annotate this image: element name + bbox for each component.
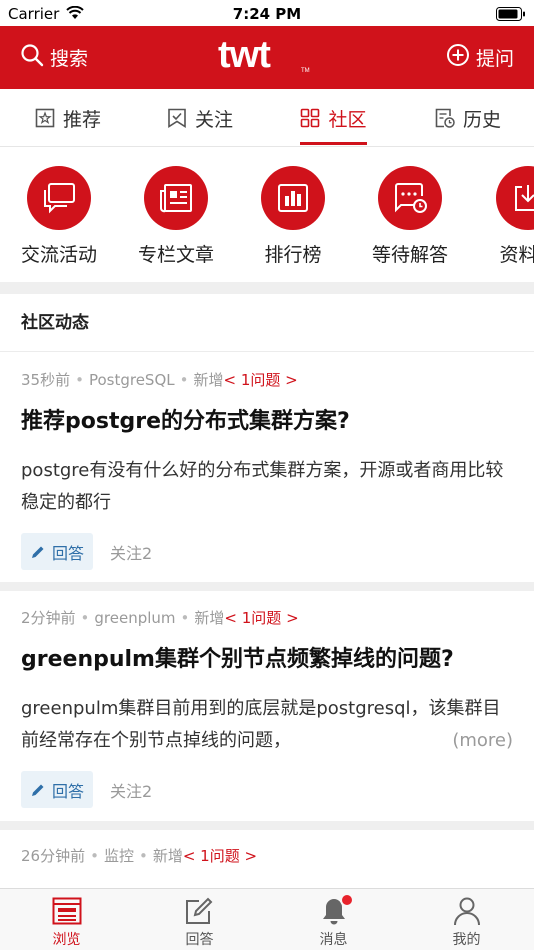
item-meta: 26分钟前 • 监控 • 新增< 1问题 >	[21, 847, 258, 865]
nav-label: 消息	[319, 932, 348, 948]
twt-logo: twt TM	[218, 34, 318, 76]
category-row: 交流活动 专栏文章 排行榜 等待解答 资料下	[0, 148, 534, 282]
bottom-nav: 浏览 回答 消息 我的	[0, 888, 534, 950]
top-tabs: 推荐 关注 社区 历史	[0, 89, 534, 147]
tab-history[interactable]: 历史	[418, 89, 518, 147]
chart-icon	[261, 166, 325, 230]
svg-text:TM: TM	[301, 68, 310, 74]
clock: 7:24 PM	[232, 5, 302, 23]
follow-count[interactable]: 关注2	[110, 778, 152, 802]
question-body: greenpulm集群目前用到的底层就是postgresql，该集群目前经常存在…	[21, 693, 513, 757]
question-body-text: greenpulm集群目前用到的底层就是postgresql，该集群目前经常存在…	[21, 698, 501, 751]
category-ranking[interactable]: 排行榜	[238, 166, 348, 267]
category-label: 等待解答	[371, 244, 448, 266]
app-header: 搜索 twt TM 提问	[0, 26, 534, 89]
question-body: postgre有没有什么好的分布式集群方案，开源或者商用比较稳定的都行	[21, 460, 504, 513]
nav-label: 我的	[452, 932, 481, 948]
item-question-link[interactable]: < 1问题 >	[224, 371, 298, 389]
answer-button[interactable]: 回答	[21, 533, 94, 570]
search-button[interactable]: 搜索	[20, 43, 88, 71]
item-meta: 35秒前 • PostgreSQL • 新增< 1问题 >	[21, 371, 298, 389]
plus-circle-icon	[446, 43, 470, 71]
follow-count[interactable]: 关注2	[110, 540, 152, 564]
search-label: 搜索	[50, 47, 89, 70]
item-question-link[interactable]: < 1问题 >	[224, 609, 298, 627]
item-actions: 回答 关注2	[21, 533, 513, 570]
question-title[interactable]: 推荐postgre的分布式集群方案?	[21, 407, 513, 437]
item-meta: 2分钟前 • greenplum • 新增< 1问题 >	[21, 609, 299, 627]
tab-label: 历史	[462, 108, 501, 131]
chat-icon	[27, 166, 91, 230]
notification-badge	[340, 893, 354, 907]
tab-recommend[interactable]: 推荐	[18, 89, 118, 147]
feed-item[interactable]: 26分钟前 • 监控 • 新增< 1问题 >	[0, 830, 534, 888]
more-link[interactable]: (more)	[452, 725, 513, 757]
nav-label: 回答	[185, 932, 214, 948]
recommend-icon	[35, 108, 55, 128]
tab-label: 社区	[328, 108, 367, 131]
category-waiting[interactable]: 等待解答	[355, 166, 465, 267]
category-label: 资料下	[499, 244, 534, 266]
status-bar: Carrier 7:24 PM	[0, 0, 534, 26]
nav-label: 浏览	[52, 932, 81, 948]
tab-label: 关注	[194, 108, 233, 131]
grid-icon	[300, 108, 320, 128]
item-action: 新增	[152, 847, 183, 865]
feed-item[interactable]: 2分钟前 • greenplum • 新增< 1问题 > greenpulm集群个别节点…	[0, 591, 534, 821]
item-time: 26分钟前	[21, 847, 86, 865]
category-label: 交流活动	[20, 244, 97, 266]
category-downloads[interactable]: 资料下	[473, 166, 534, 267]
item-divider	[0, 582, 534, 591]
user-icon	[400, 895, 533, 927]
item-question-link[interactable]: < 1问题 >	[183, 847, 257, 865]
logo-text: twt	[218, 34, 271, 76]
nav-profile[interactable]: 我的	[400, 895, 533, 949]
item-time: 2分钟前	[21, 609, 76, 627]
nav-answer[interactable]: 回答	[133, 895, 266, 949]
section-title: 社区动态	[0, 294, 534, 352]
category-label: 排行榜	[264, 244, 322, 266]
waiting-icon	[378, 166, 442, 230]
pencil-icon	[30, 782, 46, 798]
item-action: 新增	[193, 371, 224, 389]
category-activities[interactable]: 交流活动	[4, 166, 114, 267]
battery-icon	[496, 6, 526, 25]
item-actions: 回答 关注2	[21, 771, 513, 808]
tab-label: 推荐	[62, 108, 101, 131]
browse-icon	[0, 895, 133, 927]
item-divider	[0, 821, 534, 830]
category-articles[interactable]: 专栏文章	[121, 166, 231, 267]
nav-messages[interactable]: 消息	[267, 893, 400, 949]
history-icon	[435, 108, 455, 128]
item-tag[interactable]: PostgreSQL	[89, 371, 175, 389]
edit-icon	[133, 895, 266, 927]
item-tag[interactable]: 监控	[104, 847, 134, 865]
feed-item[interactable]: 35秒前 • PostgreSQL • 新增< 1问题 > 推荐postgre的分布式集…	[0, 352, 534, 582]
tab-follow[interactable]: 关注	[150, 89, 250, 147]
tab-community[interactable]: 社区	[300, 89, 367, 147]
ask-label: 提问	[475, 47, 514, 70]
item-time: 35秒前	[21, 371, 71, 389]
bell-icon	[267, 893, 400, 927]
answer-label: 回答	[52, 543, 85, 563]
answer-label: 回答	[52, 781, 85, 801]
ask-question-button[interactable]: 提问	[446, 43, 514, 71]
item-tag[interactable]: greenplum	[94, 609, 175, 627]
section-divider	[0, 282, 534, 294]
item-action: 新增	[194, 609, 225, 627]
search-icon	[20, 43, 44, 71]
nav-browse[interactable]: 浏览	[0, 895, 133, 949]
category-label: 专栏文章	[137, 244, 214, 266]
question-title[interactable]: greenpulm集群个别节点频繁掉线的问题?	[21, 645, 513, 675]
download-icon	[496, 166, 534, 230]
newspaper-icon	[144, 166, 208, 230]
bookmark-icon	[167, 108, 187, 128]
answer-button[interactable]: 回答	[21, 771, 94, 808]
pencil-icon	[30, 544, 46, 560]
